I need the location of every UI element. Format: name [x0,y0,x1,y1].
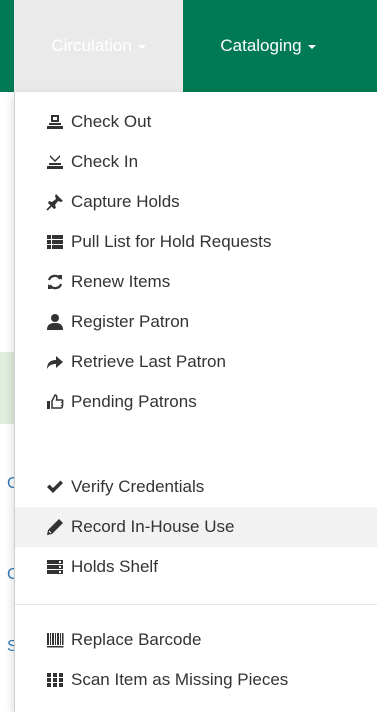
refresh-icon [46,273,64,291]
menu-item-renew-items[interactable]: Renew Items [15,262,377,302]
menu-item-replace-barcode[interactable]: Replace Barcode [15,620,377,660]
circulation-menu-toggle[interactable]: Circulation [14,0,183,92]
menu-item-register-patron[interactable]: Register Patron [15,302,377,342]
menu-item-label: Pull List for Hold Requests [71,232,272,251]
menu-item-label: Record In-House Use [71,517,235,536]
menu-item-check-in[interactable]: Check In [15,142,377,182]
menu-item-capture-holds[interactable]: Capture Holds [15,182,377,222]
menu-item-retrieve-last-patron[interactable]: Retrieve Last Patron [15,342,377,382]
menu-item-check-out[interactable]: Check Out [15,102,377,142]
menu-item-label: Holds Shelf [71,557,158,576]
list-icon [46,233,64,251]
menu-item-pull-list[interactable]: Pull List for Hold Requests [15,222,377,262]
menu-item-holds-shelf[interactable]: Holds Shelf [15,547,377,587]
checkmark-icon [46,478,64,496]
caret-down-icon [137,45,146,49]
cataloging-menu-toggle[interactable]: Cataloging [183,0,353,92]
circulation-dropdown-menu: Check Out Check In Capture Holds Pull Li… [14,92,377,712]
menu-item-label: Check Out [71,112,152,131]
menu-item-label: Register Patron [71,312,190,331]
thumbs-up-icon [46,393,64,411]
menu-item-label: Check In [71,152,139,171]
caret-down-icon [307,45,316,49]
navbar: Circulation Cataloging [0,0,377,92]
check-in-icon [46,153,64,171]
menu-item-label: Renew Items [71,272,171,291]
page-alert-strip [0,352,14,424]
user-icon [46,313,64,331]
circulation-label: Circulation [51,36,132,55]
menu-item-label: Replace Barcode [71,630,202,649]
cataloging-label: Cataloging [220,36,302,55]
barcode-icon [46,631,64,649]
hdd-icon [46,558,64,576]
menu-item-label: Scan Item as Missing Pieces [71,670,289,689]
pushpin-icon [46,193,64,211]
menu-item-label: Pending Patrons [71,392,197,411]
menu-item-label: Capture Holds [71,192,180,211]
menu-item-label: Verify Credentials [71,477,205,496]
share-arrow-icon [46,353,64,371]
menu-item-scan-missing-pieces[interactable]: Scan Item as Missing Pieces [15,660,377,700]
menu-item-pending-patrons[interactable]: Pending Patrons [15,382,377,422]
check-out-icon [46,113,64,131]
menu-item-verify-credentials[interactable]: Verify Credentials [15,467,377,507]
th-icon [46,671,64,689]
menu-item-label: Retrieve Last Patron [71,352,226,371]
menu-item-record-in-house-use[interactable]: Record In-House Use [15,507,377,547]
menu-divider [15,604,377,605]
pencil-icon [46,518,64,536]
